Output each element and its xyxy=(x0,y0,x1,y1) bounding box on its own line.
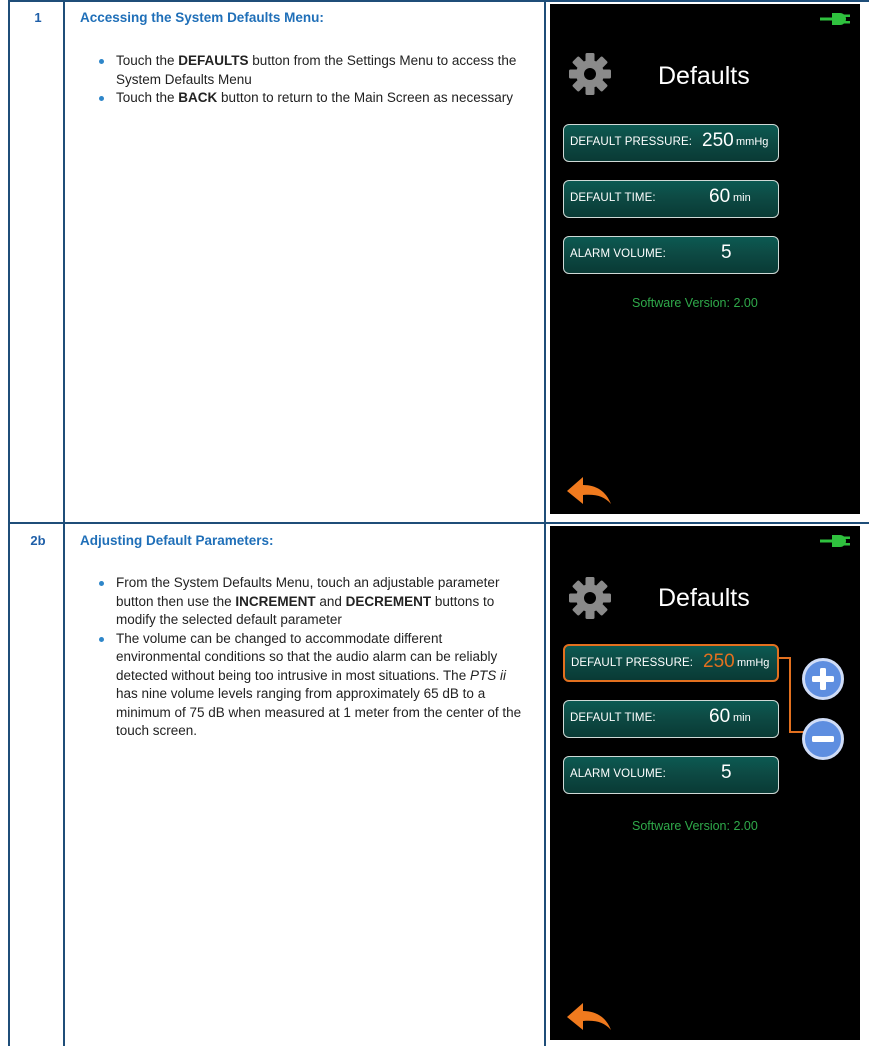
default-time-button[interactable]: DEFAULT TIME: 60 min xyxy=(563,700,779,738)
step-title: Adjusting Default Parameters: xyxy=(80,533,274,548)
software-version: Software Version: 2.00 xyxy=(632,296,758,310)
device-screen: Defaults DEFAULT PRESSURE: 250 mmHg DEFA… xyxy=(550,526,860,1040)
list-item: Touch the DEFAULTS button from the Setti… xyxy=(98,52,530,89)
step-number: 1 xyxy=(34,10,42,25)
step-title: Accessing the System Defaults Menu: xyxy=(80,10,324,25)
param-value: 250 xyxy=(702,130,734,151)
step-bullets: Touch the DEFAULTS button from the Setti… xyxy=(98,52,530,108)
default-time-button[interactable]: DEFAULT TIME: 60 min xyxy=(563,180,779,218)
param-label: ALARM VOLUME: xyxy=(570,248,666,260)
alarm-volume-button[interactable]: ALARM VOLUME: 5 xyxy=(563,236,779,274)
alarm-volume-button[interactable]: ALARM VOLUME: 5 xyxy=(563,756,779,794)
param-value: 60 xyxy=(709,706,731,727)
param-value: 5 xyxy=(721,242,732,263)
table-row-divider xyxy=(8,522,869,524)
param-label: DEFAULT TIME: xyxy=(570,192,656,204)
screen-title: Defaults xyxy=(658,62,750,90)
list-item: Touch the BACK button to return to the M… xyxy=(98,89,530,108)
plug-icon xyxy=(820,13,850,25)
param-label: DEFAULT PRESSURE: xyxy=(570,136,693,148)
param-unit: mmHg xyxy=(737,657,770,669)
param-value: 5 xyxy=(721,762,732,783)
param-value: 250 xyxy=(703,651,735,672)
list-item: The volume can be changed to accommodate… xyxy=(98,630,530,741)
step-number: 2b xyxy=(30,533,46,548)
decrement-button[interactable] xyxy=(802,718,844,760)
param-unit: min xyxy=(733,712,751,724)
default-pressure-button[interactable]: DEFAULT PRESSURE: 250 mmHg xyxy=(563,124,779,162)
param-value: 60 xyxy=(709,186,731,207)
default-pressure-button[interactable]: DEFAULT PRESSURE: 250 mmHg xyxy=(563,644,779,682)
gear-icon xyxy=(569,53,611,95)
increment-button[interactable] xyxy=(802,658,844,700)
list-item: From the System Defaults Menu, touch an … xyxy=(98,574,530,630)
step-bullets: From the System Defaults Menu, touch an … xyxy=(98,574,530,741)
software-version: Software Version: 2.00 xyxy=(632,819,758,833)
screen-title: Defaults xyxy=(658,584,750,612)
gear-icon xyxy=(569,577,611,619)
back-arrow-icon[interactable] xyxy=(566,474,612,506)
device-screen: Defaults DEFAULT PRESSURE: 250 mmHg DEFA… xyxy=(550,4,860,514)
param-label: DEFAULT PRESSURE: xyxy=(571,657,694,669)
param-unit: min xyxy=(733,192,751,204)
plug-icon xyxy=(820,535,850,547)
param-label: ALARM VOLUME: xyxy=(570,768,666,780)
param-unit: mmHg xyxy=(736,136,769,148)
table-border-top xyxy=(8,0,869,2)
increment-icon xyxy=(812,668,834,690)
back-arrow-icon[interactable] xyxy=(566,1000,612,1032)
param-label: DEFAULT TIME: xyxy=(570,712,656,724)
decrement-icon xyxy=(812,736,834,742)
